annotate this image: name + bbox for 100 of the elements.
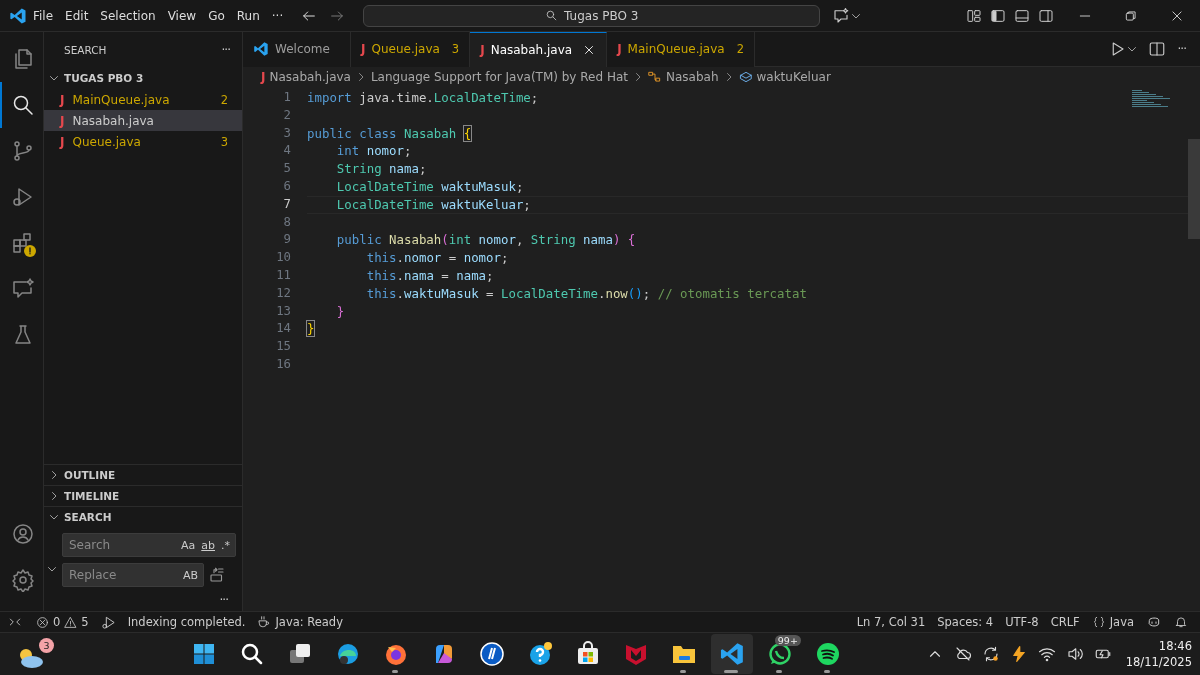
- notification-badge: 3: [39, 638, 54, 653]
- code-line: public class Nasabah {: [307, 125, 472, 141]
- line-number: 10: [275, 249, 291, 267]
- tree-item[interactable]: J MainQueue.java 2: [44, 89, 242, 110]
- search-option-toggle[interactable]: .*: [220, 538, 231, 552]
- line-ending-status[interactable]: CRLF: [1044, 615, 1086, 629]
- code-line: this.nomor = nomor;: [365, 250, 509, 266]
- chat-sparkle-icon[interactable]: [832, 6, 851, 25]
- code-line: }: [335, 303, 345, 319]
- running-indicator: [775, 670, 782, 673]
- code-line: LocalDateTime waktuKeluar;: [335, 196, 531, 212]
- tree-item[interactable]: J Nasabah.java: [44, 110, 242, 131]
- right-panel-icon[interactable]: [1038, 7, 1054, 24]
- indentation-status[interactable]: Spaces: 4: [931, 615, 1000, 629]
- taskbar-app-button[interactable]: [710, 634, 753, 674]
- bottom-panel-icon[interactable]: [1014, 7, 1030, 24]
- menu-item[interactable]: View: [161, 8, 203, 23]
- code-line: LocalDateTime waktuMasuk;: [335, 179, 524, 194]
- file-name: Nasabah.java: [72, 113, 155, 128]
- editor-tab[interactable]: J Queue.java 3: [351, 31, 471, 67]
- java-file-icon: J: [480, 42, 485, 57]
- more-actions-button[interactable]: ···: [221, 42, 230, 57]
- circle-logo-icon: [478, 641, 505, 667]
- java-file-icon: J: [60, 113, 65, 128]
- line-number: 2: [282, 106, 291, 124]
- vscode-logo-icon: [253, 41, 269, 57]
- menu-item[interactable]: Selection: [94, 8, 162, 23]
- sidebar-title: SEARCH: [64, 43, 107, 56]
- sync-icon[interactable]: [981, 645, 1000, 663]
- more-menu-button[interactable]: ···: [265, 8, 290, 23]
- editor-tab[interactable]: J MainQueue.java 2: [607, 31, 755, 67]
- chat-icon: [10, 277, 35, 301]
- search-field[interactable]: Search Aa ab .*: [62, 533, 236, 557]
- menu-item[interactable]: Edit: [59, 8, 95, 23]
- breadcrumb-item[interactable]: waktuKeluar: [756, 69, 831, 84]
- line-number: 5: [282, 160, 291, 178]
- scrollbar[interactable]: [1188, 139, 1200, 239]
- replace-field[interactable]: Replace AB: [62, 563, 204, 587]
- section-header[interactable]: SEARCH: [44, 506, 242, 527]
- section-header[interactable]: OUTLINE: [44, 464, 242, 485]
- left-panel-icon[interactable]: [990, 7, 1006, 24]
- split-editor-icon[interactable]: [1147, 40, 1166, 58]
- search-option-toggle[interactable]: Aa: [180, 538, 197, 552]
- problem-count: 3: [220, 134, 228, 149]
- file-name: Queue.java: [72, 134, 142, 149]
- line-number: 11: [275, 266, 291, 284]
- weather-widget[interactable]: 3: [16, 638, 54, 670]
- search-option-toggle[interactable]: ab: [200, 538, 216, 552]
- preserve-case-toggle[interactable]: AB: [181, 568, 199, 582]
- music-circle-icon: [814, 641, 841, 667]
- warning-icon: [64, 615, 78, 629]
- java-status[interactable]: Java: Ready: [251, 615, 349, 629]
- error-icon: [36, 615, 49, 629]
- more-actions-button[interactable]: ···: [1177, 42, 1186, 56]
- line-number: 3: [282, 124, 291, 142]
- code-line: this.nama = nama;: [365, 267, 494, 283]
- editor-tab[interactable]: J Nasabah.java: [470, 31, 608, 67]
- encoding-status[interactable]: UTF-8: [999, 615, 1045, 629]
- clock[interactable]: 18:46 18/11/2025: [1125, 638, 1192, 670]
- code-line: int nomor;: [335, 143, 412, 159]
- running-indicator: [679, 670, 686, 673]
- layout-grid-icon[interactable]: [966, 7, 982, 24]
- line-number: 15: [275, 338, 291, 356]
- cursor-position[interactable]: Ln 7, Col 31: [850, 615, 932, 629]
- command-search-field[interactable]: Tugas PBO 3: [363, 4, 821, 27]
- status-message: Indexing completed.: [126, 615, 247, 629]
- run-debug-icon: [10, 185, 35, 209]
- more-options-button[interactable]: ···: [219, 593, 228, 607]
- file-name: MainQueue.java: [72, 92, 171, 107]
- code-line: import java.time.LocalDateTime;: [307, 90, 539, 105]
- vscode-logo-icon: [9, 6, 27, 25]
- menu-item[interactable]: File: [27, 8, 60, 23]
- tree-item[interactable]: J Queue.java 3: [44, 131, 242, 152]
- breadcrumb-item[interactable]: Nasabah: [666, 69, 719, 84]
- code-line: String nama;: [335, 161, 427, 177]
- java-file-icon: J: [60, 134, 65, 149]
- folder-header[interactable]: TUGAS PBO 3: [44, 67, 242, 89]
- braces-icon: [1091, 615, 1106, 629]
- breadcrumb-item[interactable]: Nasabah.java: [269, 69, 351, 84]
- problems-status[interactable]: 0 5: [30, 615, 95, 629]
- class-icon: [648, 69, 662, 84]
- java-file-icon: J: [261, 69, 266, 84]
- replace-all-icon[interactable]: [208, 566, 226, 584]
- search-icon: [545, 9, 559, 22]
- wifi-icon[interactable]: [1037, 645, 1056, 663]
- speaker-icon[interactable]: [1065, 645, 1084, 663]
- coffee-cup-icon: [257, 615, 272, 629]
- code-line: }: [307, 321, 315, 337]
- line-number: 7: [282, 195, 291, 213]
- menu-item[interactable]: Go: [202, 8, 231, 23]
- vscode-logo-icon: [718, 641, 745, 667]
- line-number: 4: [282, 142, 291, 160]
- java-file-icon: J: [60, 92, 65, 107]
- line-number: 8: [282, 213, 291, 231]
- language-mode[interactable]: Java: [1085, 615, 1140, 629]
- menu-item[interactable]: Run: [230, 8, 266, 23]
- section-header[interactable]: TIMELINE: [44, 485, 242, 506]
- taskbar-app-button[interactable]: 99+: [758, 634, 801, 674]
- editor-tab[interactable]: Welcome: [243, 31, 351, 67]
- breadcrumb-item[interactable]: Language Support for Java(TM) by Red Hat: [370, 69, 628, 84]
